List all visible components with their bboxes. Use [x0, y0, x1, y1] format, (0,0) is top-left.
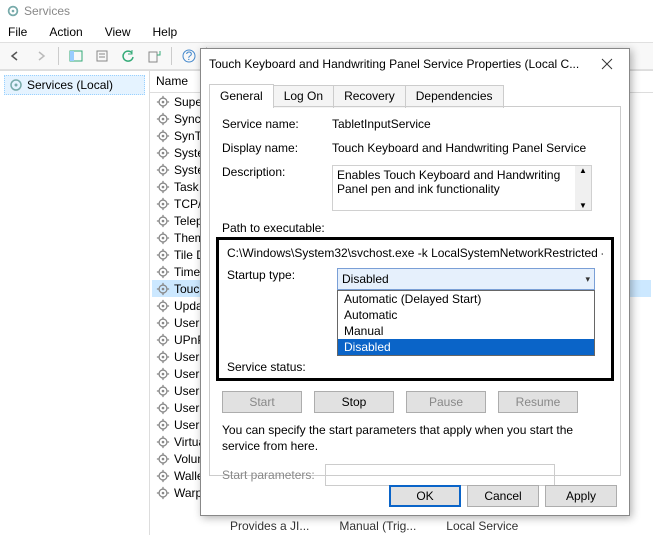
chevron-up-icon: ▲ — [579, 166, 587, 175]
label-path: Path to executable: — [222, 221, 608, 235]
start-params-input[interactable] — [325, 464, 555, 486]
menu-help[interactable]: Help — [149, 23, 182, 41]
start-button[interactable]: Start — [222, 391, 302, 413]
gear-icon — [156, 129, 170, 143]
refresh-button[interactable] — [117, 45, 139, 67]
show-hide-tree-button[interactable] — [65, 45, 87, 67]
tab-dependencies[interactable]: Dependencies — [405, 85, 504, 108]
cancel-button[interactable]: Cancel — [467, 485, 539, 507]
back-button[interactable] — [4, 45, 26, 67]
menu-view[interactable]: View — [101, 23, 135, 41]
close-icon — [601, 58, 613, 70]
gear-icon — [156, 282, 170, 296]
menubar: File Action View Help — [0, 22, 653, 42]
tab-logon[interactable]: Log On — [273, 85, 334, 108]
startup-type-selected: Disabled — [342, 272, 389, 286]
dropdown-option-selected[interactable]: Disabled — [338, 339, 594, 355]
window-title: Services — [24, 4, 70, 18]
properties-dialog: Touch Keyboard and Handwriting Panel Ser… — [200, 48, 630, 516]
gear-icon — [156, 435, 170, 449]
dialog-title: Touch Keyboard and Handwriting Panel Ser… — [209, 57, 593, 71]
resume-button[interactable]: Resume — [498, 391, 578, 413]
service-control-buttons: Start Stop Pause Resume — [222, 391, 608, 413]
close-button[interactable] — [593, 53, 621, 75]
ok-button[interactable]: OK — [389, 485, 461, 507]
gear-icon — [156, 418, 170, 432]
dropdown-option[interactable]: Automatic (Delayed Start) — [338, 291, 594, 307]
menu-file[interactable]: File — [4, 23, 31, 41]
export-button[interactable] — [143, 45, 165, 67]
dialog-titlebar: Touch Keyboard and Handwriting Panel Ser… — [201, 49, 629, 79]
tree-pane: Services (Local) — [0, 71, 150, 535]
gear-icon — [156, 231, 170, 245]
services-icon — [6, 4, 24, 18]
status-row: Provides a JI... Manual (Trig... Local S… — [230, 519, 643, 533]
apply-button[interactable]: Apply — [545, 485, 617, 507]
status-description: Provides a JI... — [230, 519, 309, 533]
value-service-name: TabletInputService — [332, 117, 431, 131]
gear-icon — [156, 333, 170, 347]
chevron-down-icon: ▼ — [579, 201, 587, 210]
label-service-status: Service status: — [227, 360, 337, 374]
properties-button[interactable] — [91, 45, 113, 67]
dropdown-option[interactable]: Manual — [338, 323, 594, 339]
value-description: Enables Touch Keyboard and Handwriting P… — [337, 168, 560, 196]
label-service-name: Service name: — [222, 117, 332, 131]
tab-general[interactable]: General — [209, 84, 274, 107]
label-description: Description: — [222, 165, 332, 211]
label-display-name: Display name: — [222, 141, 332, 155]
gear-icon — [156, 112, 170, 126]
menu-action[interactable]: Action — [45, 23, 86, 41]
tree-root-label: Services (Local) — [27, 78, 113, 92]
start-params-row: Start parameters: — [222, 464, 608, 486]
gear-icon — [156, 486, 170, 500]
gear-icon — [156, 180, 170, 194]
gear-icon — [156, 197, 170, 211]
gear-icon — [156, 316, 170, 330]
description-box: Enables Touch Keyboard and Handwriting P… — [332, 165, 592, 211]
help-button[interactable]: ? — [178, 45, 200, 67]
gear-icon — [156, 265, 170, 279]
gear-icon — [156, 469, 170, 483]
startup-type-combobox[interactable]: Disabled ▾ — [337, 268, 595, 290]
value-path: C:\Windows\System32\svchost.exe -k Local… — [227, 246, 603, 260]
forward-button[interactable] — [30, 45, 52, 67]
gear-icon — [156, 384, 170, 398]
gear-icon — [156, 367, 170, 381]
gear-icon — [156, 452, 170, 466]
status-logon: Local Service — [446, 519, 518, 533]
tab-body-general: Service name: TabletInputService Display… — [209, 106, 621, 476]
chevron-down-icon: ▾ — [585, 274, 590, 285]
gear-icon — [156, 95, 170, 109]
gear-icon — [156, 214, 170, 228]
value-display-name: Touch Keyboard and Handwriting Panel Ser… — [332, 141, 586, 155]
dropdown-option[interactable]: Automatic — [338, 307, 594, 323]
gear-icon — [156, 248, 170, 262]
dialog-tabs: General Log On Recovery Dependencies — [209, 83, 621, 106]
window-titlebar: Services — [0, 0, 653, 22]
start-params-hint: You can specify the start parameters tha… — [222, 423, 608, 454]
label-startup-type: Startup type: — [227, 268, 337, 356]
svg-text:?: ? — [186, 49, 193, 63]
gear-icon — [156, 146, 170, 160]
tab-recovery[interactable]: Recovery — [333, 85, 406, 108]
dialog-buttons: OK Cancel Apply — [389, 485, 617, 507]
label-start-params: Start parameters: — [222, 468, 315, 482]
tree-root-item[interactable]: Services (Local) — [4, 75, 145, 95]
status-startup: Manual (Trig... — [339, 519, 416, 533]
services-icon — [9, 78, 23, 92]
stop-button[interactable]: Stop — [314, 391, 394, 413]
gear-icon — [156, 299, 170, 313]
description-scrollbar[interactable]: ▲ ▼ — [575, 166, 591, 210]
highlighted-region: C:\Windows\System32\svchost.exe -k Local… — [216, 237, 614, 381]
gear-icon — [156, 163, 170, 177]
gear-icon — [156, 401, 170, 415]
pause-button[interactable]: Pause — [406, 391, 486, 413]
gear-icon — [156, 350, 170, 364]
startup-type-dropdown: Automatic (Delayed Start) Automatic Manu… — [337, 290, 595, 356]
